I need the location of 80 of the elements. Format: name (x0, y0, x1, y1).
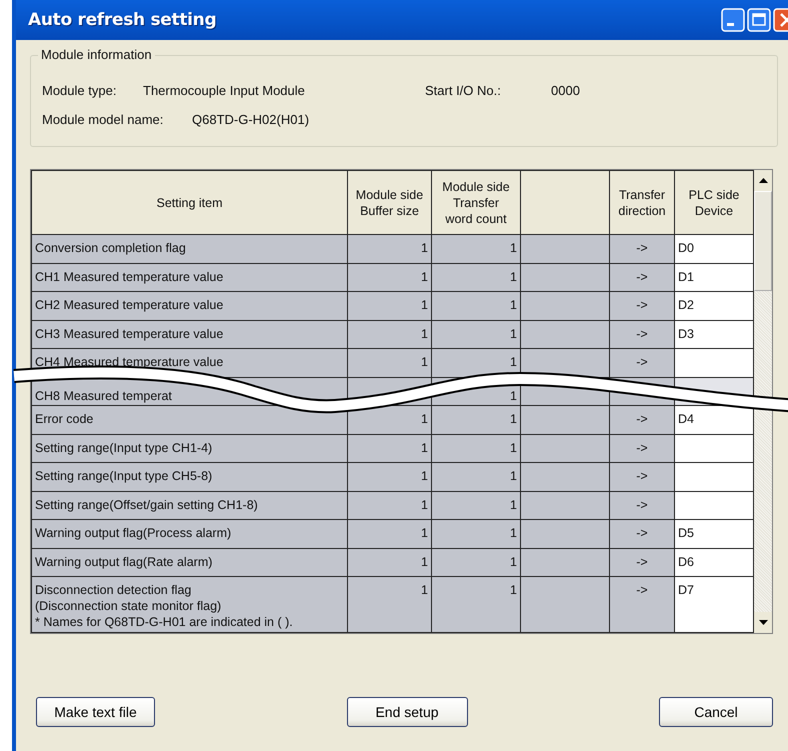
direction-cell: -> (610, 234, 674, 263)
device-field[interactable]: D2 (674, 292, 754, 320)
device-field[interactable]: D0 (674, 234, 754, 263)
device-field[interactable] (674, 434, 754, 462)
table-cell: 1 (348, 520, 432, 548)
table-cell: 1 (432, 292, 520, 320)
device-field[interactable]: D6 (674, 548, 754, 576)
device-field[interactable]: D3 (674, 320, 754, 348)
device-field[interactable]: D4 (674, 406, 754, 434)
table-cell: 1 (432, 434, 520, 462)
table-cell: 1 (432, 234, 520, 263)
dialog-button[interactable]: Cancel (659, 697, 773, 727)
table-cell: 1 (432, 320, 520, 348)
column-header: Transfer direction (610, 170, 674, 234)
direction-cell: -> (610, 348, 674, 377)
table-cell: 1 (348, 406, 432, 434)
table-cell: 1 (432, 406, 520, 434)
maximize-icon[interactable] (747, 8, 771, 32)
minimize-icon[interactable] (721, 8, 745, 32)
dialog-button[interactable]: Make text file (36, 697, 155, 727)
direction-cell: -> (610, 491, 674, 520)
up-arrow-icon[interactable] (758, 178, 768, 183)
device-field[interactable]: D1 (674, 263, 754, 292)
table-cell: 1 (348, 263, 432, 292)
direction-cell: -> (610, 462, 674, 491)
table-cell: 1 (432, 576, 520, 632)
table-cell: 1 (348, 462, 432, 491)
table-cell: 1 (432, 548, 520, 576)
column-header: Module side Transfer word count (432, 170, 520, 234)
scrollbar-thumb[interactable] (754, 191, 772, 291)
direction-cell: -> (610, 520, 674, 548)
field-value: Q68TD-G-H02(H01) (192, 112, 310, 127)
column-header: Setting item (32, 170, 348, 234)
direction-cell: -> (610, 320, 674, 348)
table-cell: 1 (348, 434, 432, 462)
direction-cell: -> (610, 292, 674, 320)
table-cell: 1 (348, 234, 432, 263)
setting-item-cell: Setting range(Offset/gain setting CH1-8) (32, 491, 348, 520)
table-cell: 1 (432, 462, 520, 491)
setting-item-cell: Conversion completion flag (32, 234, 348, 263)
direction-cell: -> (610, 406, 674, 434)
table-cell: 1 (432, 263, 520, 292)
dialog-button[interactable]: End setup (346, 697, 468, 727)
table-cell: 1 (348, 491, 432, 520)
scrollbar[interactable] (754, 170, 772, 633)
setting-item-cell: Warning output flag(Rate alarm) (32, 548, 348, 576)
group-label: Module information (38, 47, 155, 62)
setting-item-cell: CH2 Measured temperature value (32, 292, 348, 320)
device-field[interactable] (674, 348, 754, 377)
table-cell: 1 (348, 292, 432, 320)
device-field[interactable]: D5 (674, 520, 754, 548)
field-label: Module model name: (42, 112, 164, 127)
setting-item-cell: Disconnection detection flag (Disconnection state monitor flag) * Names for Q68TD-G-H01 are indicated in ( ). (32, 576, 348, 632)
device-field[interactable] (674, 491, 754, 520)
device-field[interactable] (674, 462, 754, 491)
table-cell: 1 (432, 520, 520, 548)
table-cell: 1 (348, 576, 432, 632)
device-field[interactable]: D7 (674, 576, 754, 632)
setting-item-cell: CH3 Measured temperature value (32, 320, 348, 348)
field-value: Thermocouple Input Module (143, 83, 306, 98)
direction-cell: -> (610, 263, 674, 292)
table-cell: 1 (348, 548, 432, 576)
table-cell: 1 (348, 348, 432, 377)
field-label: Module type: (42, 83, 118, 98)
direction-cell: -> (610, 548, 674, 576)
window-title: Auto refresh setting (28, 10, 216, 30)
table-cell: 1 (348, 320, 432, 348)
setting-item-cell: CH1 Measured temperature value (32, 263, 348, 292)
down-arrow-icon[interactable] (758, 620, 768, 625)
table-cell: 1 (432, 491, 520, 520)
direction-cell: -> (610, 434, 674, 462)
column-header: PLC side Device (674, 170, 754, 234)
setting-item-cell: Error code (32, 406, 348, 434)
column-header: Module side Buffer size (348, 170, 432, 234)
setting-item-cell: Setting range(Input type CH5-8) (32, 462, 348, 491)
field-value: 0000 (551, 83, 580, 98)
field-label: Start I/O No.: (425, 83, 502, 98)
setting-item-cell: Warning output flag(Process alarm) (32, 520, 348, 548)
direction-cell: -> (610, 576, 674, 632)
setting-item-cell: Setting range(Input type CH1-4) (32, 434, 348, 462)
